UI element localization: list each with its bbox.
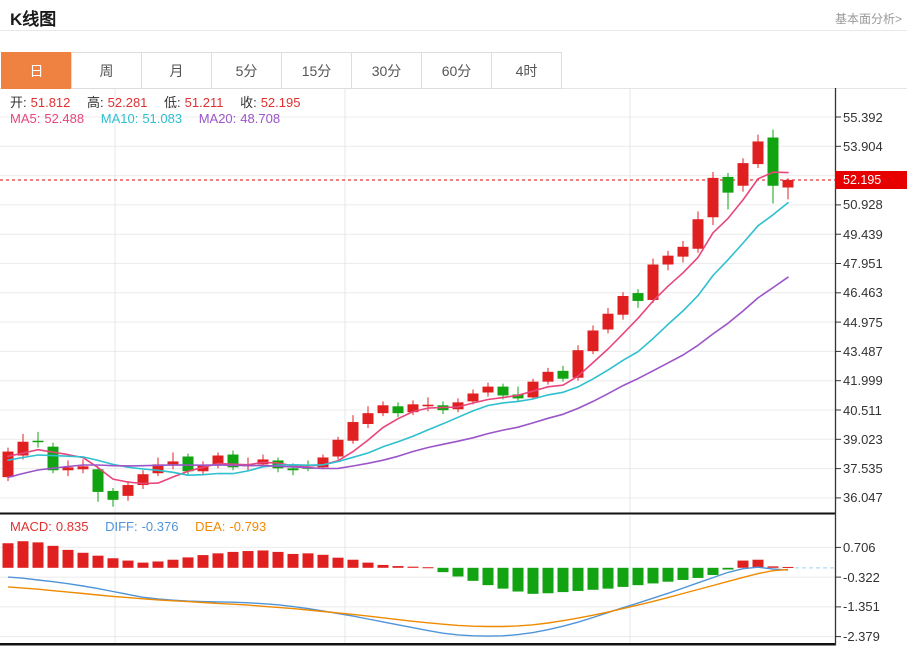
diff-value: -0.376 — [142, 519, 179, 534]
macd-label: MACD: — [10, 519, 52, 534]
open-readout: 开: 51.812 — [10, 95, 70, 110]
ma20-readout: MA20:48.708 — [199, 111, 280, 126]
y-axis-label: 41.999 — [843, 373, 883, 388]
y-axis-label: 0.706 — [843, 540, 876, 555]
high-readout: 高: 52.281 — [87, 95, 147, 110]
tab-period-5[interactable]: 30分 — [351, 52, 422, 89]
macd-value-readout: MACD: 0.835 — [10, 519, 88, 534]
ma20-value: 48.708 — [240, 111, 280, 126]
diff-label: DIFF: — [105, 519, 138, 534]
gridlines-layer — [0, 88, 835, 643]
ma5-value: 52.488 — [44, 111, 84, 126]
ma-readout: MA5: 52.488 MA10:51.083 MA20:48.708 — [10, 111, 293, 126]
fundamental-analysis-link[interactable]: 基本面分析> — [835, 10, 902, 27]
tab-period-2[interactable]: 月 — [141, 52, 212, 89]
low-label: 低: — [164, 95, 181, 110]
y-axis-label: 43.487 — [843, 344, 883, 359]
high-value: 52.281 — [108, 95, 148, 110]
chart-bottom-border — [0, 643, 836, 646]
ma5-readout: MA5: 52.488 — [10, 111, 84, 126]
close-label: 收: — [240, 95, 257, 110]
tab-period-7[interactable]: 4时 — [491, 52, 562, 89]
y-axis-label: 40.511 — [843, 403, 882, 418]
current-price-tag: 52.195 — [835, 171, 907, 189]
tab-period-1[interactable]: 周 — [71, 52, 142, 89]
y-axis-label: 46.463 — [843, 285, 883, 300]
close-readout: 收: 52.195 — [240, 95, 300, 110]
ma20-line — [8, 277, 788, 477]
dea-label: DEA: — [195, 519, 225, 534]
macd-readout: MACD: 0.835 DIFF: -0.376 DEA: -0.793 — [10, 519, 279, 534]
y-axis-label: 44.975 — [843, 315, 883, 330]
y-axis-label: 47.951 — [843, 256, 883, 271]
tab-period-0[interactable]: 日 — [1, 52, 72, 89]
ma-lines-layer — [8, 172, 788, 483]
y-axis-label: 49.439 — [843, 227, 883, 242]
macd-histogram-layer — [3, 541, 794, 594]
low-value: 51.211 — [185, 95, 224, 110]
ohlc-readout: 开: 51.812 高: 52.281 低: 51.211 收: 52.195 — [10, 92, 313, 111]
ma20-label: MA20: — [199, 111, 237, 126]
diff-readout: DIFF: -0.376 — [105, 519, 178, 534]
tab-period-4[interactable]: 15分 — [281, 52, 352, 89]
y-axis-label: -0.322 — [843, 570, 880, 585]
dea-value: -0.793 — [229, 519, 266, 534]
ma5-line — [8, 172, 788, 483]
y-axis-label: 55.392 — [843, 110, 883, 125]
y-axis-label: 36.047 — [843, 490, 883, 505]
y-axis-label: 53.904 — [843, 139, 883, 154]
close-value: 52.195 — [261, 95, 301, 110]
tab-period-3[interactable]: 5分 — [211, 52, 282, 89]
dea-readout: DEA: -0.793 — [195, 519, 266, 534]
page-title: K线图 — [10, 5, 56, 30]
y-axis-label: -1.351 — [843, 599, 880, 614]
ma10-label: MA10: — [101, 111, 139, 126]
panel-separator — [0, 513, 836, 515]
macd-value: 0.835 — [56, 519, 89, 534]
y-axis-label: 37.535 — [843, 461, 883, 476]
period-tab-bar: 日周月5分15分30分60分4时 — [2, 52, 562, 89]
open-value: 51.812 — [31, 95, 71, 110]
ma10-value: 51.083 — [142, 111, 182, 126]
tab-period-6[interactable]: 60分 — [421, 52, 492, 89]
ma5-label: MA5: — [10, 111, 40, 126]
high-label: 高: — [87, 95, 104, 110]
open-label: 开: — [10, 95, 27, 110]
ma10-readout: MA10:51.083 — [101, 111, 182, 126]
y-axis-label: -2.379 — [843, 629, 880, 644]
y-axis-label: 50.928 — [843, 197, 883, 212]
y-axis-label: 39.023 — [843, 432, 883, 447]
ma10-line — [8, 203, 788, 476]
low-readout: 低: 51.211 — [164, 95, 223, 110]
